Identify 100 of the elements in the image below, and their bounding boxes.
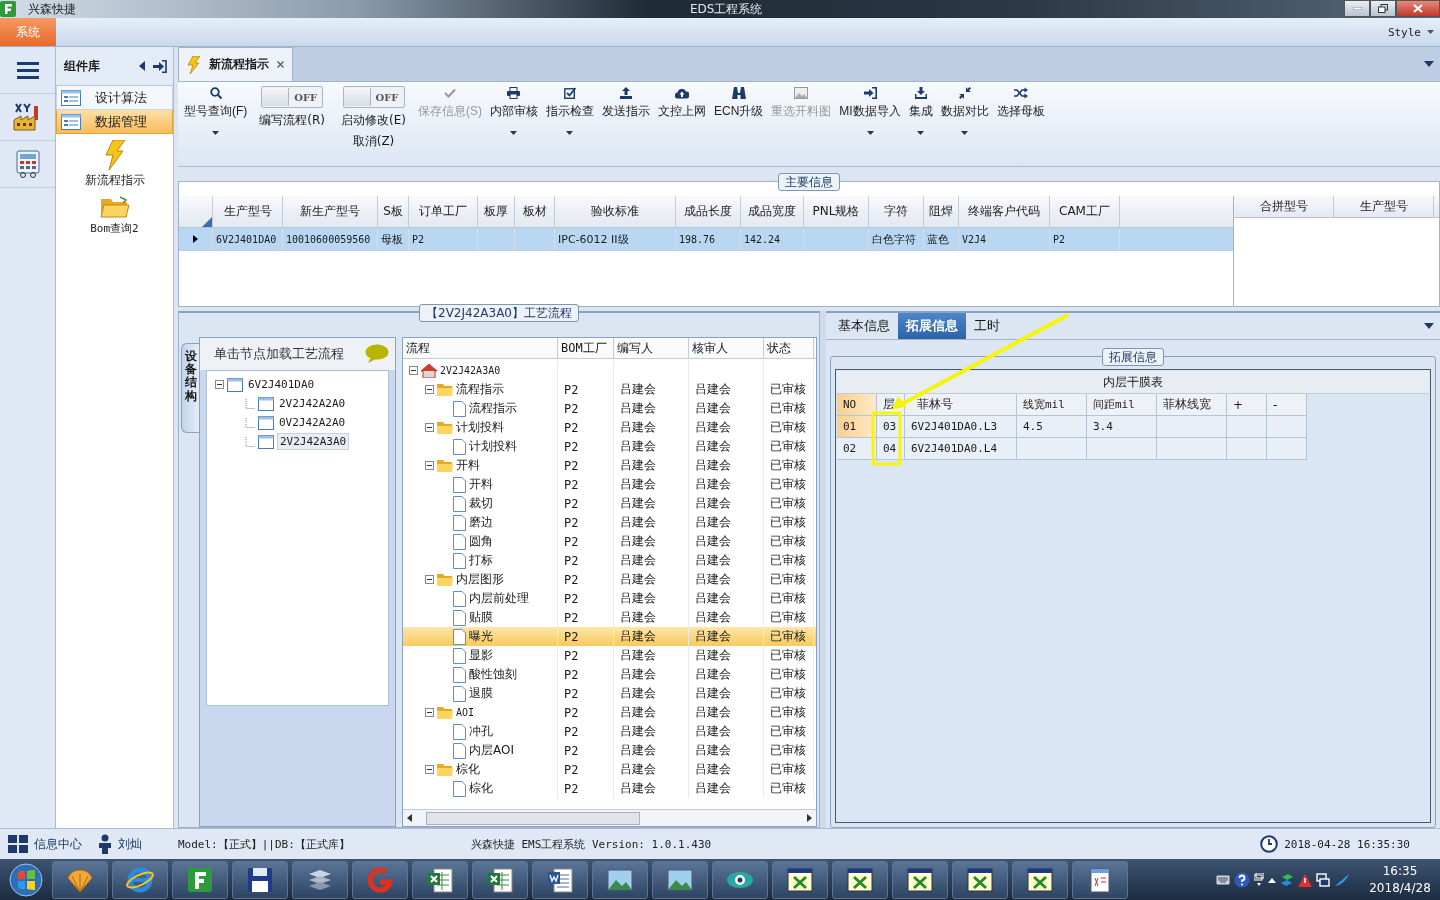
close-icon[interactable] xyxy=(277,61,284,68)
taskbar-button[interactable] xyxy=(112,861,168,899)
menu-icon[interactable] xyxy=(16,61,39,79)
tree-item[interactable]: 2V2J42A3A0 xyxy=(277,433,350,450)
maximize-button[interactable] xyxy=(1370,0,1396,17)
taskbar-button[interactable] xyxy=(652,861,708,899)
taskbar-button[interactable] xyxy=(832,861,888,899)
ribbon-button[interactable]: 数据对比 xyxy=(936,86,993,146)
component-item[interactable]: Bom查询2 xyxy=(90,195,139,236)
tree-row[interactable]: 2V2J42A3A0 xyxy=(403,361,816,380)
tree-row[interactable]: 开料 P2 吕建会 吕建会 已审核 xyxy=(403,475,816,494)
tree-row[interactable]: 棕化 P2 吕建会 吕建会 已审核 xyxy=(403,779,816,798)
style-label[interactable]: Style xyxy=(1387,25,1421,39)
sign-in-icon[interactable] xyxy=(153,59,167,73)
tree-row[interactable]: 计划投料 P2 吕建会 吕建会 已审核 xyxy=(403,418,816,437)
taskbar-clock[interactable]: 16:35 2018/4/28 xyxy=(1364,863,1436,897)
taskbar-button[interactable] xyxy=(1072,861,1128,899)
column-header[interactable]: 核审人 xyxy=(689,338,764,358)
column-header[interactable]: 阻焊 xyxy=(924,196,959,227)
ribbon-button[interactable]: 型号查询(F) xyxy=(180,86,252,146)
tree-row[interactable]: 开料 P2 吕建会 吕建会 已审核 xyxy=(403,456,816,475)
tree-row[interactable]: 显影 P2 吕建会 吕建会 已审核 xyxy=(403,646,816,665)
column-header[interactable]: 新生产型号 xyxy=(283,196,378,227)
column-header[interactable]: 状态 xyxy=(764,338,814,358)
help-icon[interactable] xyxy=(1234,872,1250,888)
collapse-icon[interactable] xyxy=(425,461,434,470)
keyboard-icon[interactable] xyxy=(1216,875,1230,885)
column-header[interactable]: 生产型号 xyxy=(1334,196,1434,217)
collapse-icon[interactable] xyxy=(425,575,434,584)
tree-row[interactable]: 棕化 P2 吕建会 吕建会 已审核 xyxy=(403,760,816,779)
ribbon-button[interactable]: 文控上网 xyxy=(654,86,710,146)
ribbon-button[interactable]: 内部审核 xyxy=(486,86,542,146)
tree-row[interactable]: AOI P2 吕建会 吕建会 已审核 xyxy=(403,703,816,722)
ribbon-button[interactable]: 发送指示 xyxy=(598,86,654,146)
tree-row[interactable]: 曝光 P2 吕建会 吕建会 已审核 xyxy=(403,627,816,646)
taskbar-button[interactable] xyxy=(1012,861,1068,899)
column-header[interactable]: 菲林号 xyxy=(905,394,1017,416)
warning-icon[interactable] xyxy=(1298,873,1312,887)
tab[interactable]: 拓展信息 xyxy=(898,313,966,339)
tree-row[interactable]: 流程指示 P2 吕建会 吕建会 已审核 xyxy=(403,399,816,418)
column-header[interactable]: 成品宽度 xyxy=(741,196,804,227)
taskbar-button[interactable] xyxy=(772,861,828,899)
column-header[interactable]: 合拼型号 xyxy=(1234,196,1334,217)
tree-item[interactable]: 2V2J42A2A0 xyxy=(277,396,348,411)
column-header[interactable]: 流程 xyxy=(403,338,558,358)
table-row[interactable]: 6V2J401DA0 10010600059560 母板 P2 IPC-6012 II级 198.76 142.24 白色字符 蓝色 V2J4 P2 xyxy=(179,228,1233,251)
show-hidden-icon[interactable] xyxy=(1268,877,1276,883)
horizontal-scrollbar[interactable] xyxy=(403,809,816,826)
taskbar-button[interactable] xyxy=(712,861,768,899)
collapse-left-icon[interactable] xyxy=(139,61,145,71)
column-header[interactable]: 板材 xyxy=(515,196,555,227)
tab[interactable]: 基本信息 xyxy=(830,313,898,339)
component-item[interactable]: 新流程指示 xyxy=(84,140,145,189)
collapse-icon[interactable] xyxy=(409,366,418,375)
tree-row[interactable]: 圆角 P2 吕建会 吕建会 已审核 xyxy=(403,532,816,551)
column-header[interactable]: 菲林线宽 xyxy=(1157,394,1227,416)
column-header[interactable]: 终端客户代码 xyxy=(959,196,1050,227)
collapse-icon[interactable] xyxy=(425,765,434,774)
collapse-icon[interactable] xyxy=(425,385,434,394)
ribbon-button[interactable]: 集成 xyxy=(904,86,937,146)
info-center-link[interactable]: 信息中心 xyxy=(34,835,82,853)
toggle-switch[interactable]: OFF xyxy=(342,86,405,108)
tree-item[interactable]: 0V2J42A2A0 xyxy=(277,415,348,430)
tree-row[interactable]: 冲孔 P2 吕建会 吕建会 已审核 xyxy=(403,722,816,741)
taskbar-button[interactable] xyxy=(412,861,468,899)
column-header[interactable]: 线宽mil xyxy=(1017,394,1087,416)
column-header[interactable]: 间距mil xyxy=(1087,394,1157,416)
ribbon-button[interactable]: 指示检查 xyxy=(542,86,598,146)
tree-row[interactable]: 内层AOI P2 吕建会 吕建会 已审核 xyxy=(403,741,816,760)
column-header[interactable]: S板 xyxy=(378,196,409,227)
tree-row[interactable]: 打标 P2 吕建会 吕建会 已审核 xyxy=(403,551,816,570)
tab[interactable]: 工时 xyxy=(966,313,1008,339)
ribbon-button[interactable]: MI数据导入 xyxy=(835,86,905,146)
taskbar-button[interactable] xyxy=(532,861,588,899)
taskbar-button[interactable] xyxy=(892,861,948,899)
column-header[interactable]: 订单工厂 xyxy=(409,196,478,227)
taskbar-button[interactable] xyxy=(592,861,648,899)
minimize-button[interactable] xyxy=(1344,0,1370,17)
tree-row[interactable]: 磨边 P2 吕建会 吕建会 已审核 xyxy=(403,513,816,532)
grid-icon[interactable] xyxy=(8,835,28,853)
column-header[interactable]: 字符 xyxy=(869,196,924,227)
taskbar-button[interactable] xyxy=(52,861,108,899)
ribbon-button[interactable]: ECN升级 xyxy=(710,86,768,146)
panel-group-item[interactable]: 数据管理 xyxy=(56,110,173,134)
tree-item[interactable]: 6V2J401DA0 xyxy=(246,377,317,392)
column-header[interactable]: NO xyxy=(837,394,877,416)
feather-icon[interactable] xyxy=(1334,873,1350,887)
tree-row[interactable]: 内层前处理 P2 吕建会 吕建会 已审核 xyxy=(403,589,816,608)
column-header[interactable]: 板厚 xyxy=(478,196,515,227)
tree-row[interactable]: 退膜 P2 吕建会 吕建会 已审核 xyxy=(403,684,816,703)
column-header[interactable]: 生产型号 xyxy=(213,196,283,227)
dropdown-caret-icon[interactable] xyxy=(1424,61,1434,67)
taskbar-button[interactable] xyxy=(292,861,348,899)
column-header[interactable]: 成品长度 xyxy=(676,196,741,227)
toggle-switch[interactable]: OFF xyxy=(261,86,324,108)
side-tab[interactable]: 设备结构 xyxy=(181,343,199,433)
column-header[interactable]: - xyxy=(1267,394,1307,416)
taskbar-button[interactable] xyxy=(172,861,228,899)
ribbon-button[interactable]: 选择母板 xyxy=(992,86,1049,146)
taskbar-button[interactable] xyxy=(472,861,528,899)
